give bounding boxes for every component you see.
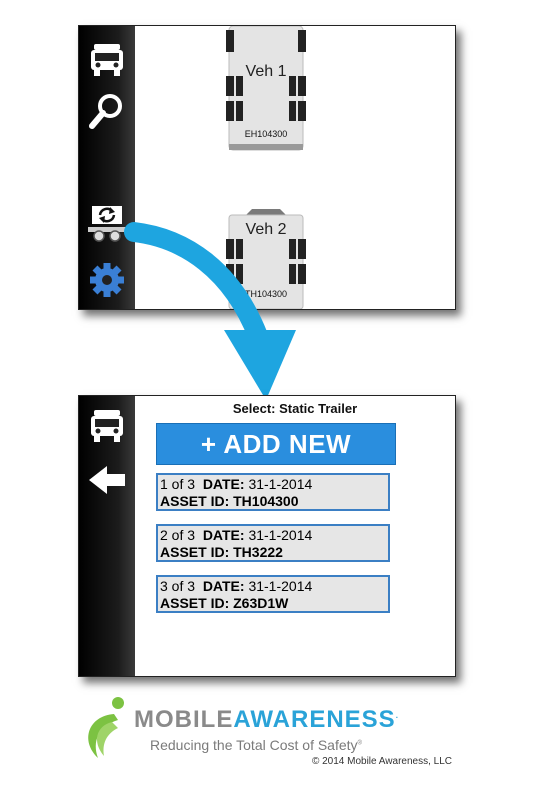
truck-icon <box>91 44 123 76</box>
tagline-mark: ® <box>357 740 362 747</box>
sidebar <box>79 396 135 676</box>
asset-label: ASSET ID: <box>160 595 230 611</box>
tagline-text: Reducing the Total Cost of Safety <box>150 737 358 753</box>
record-line-2: ASSET ID: Z63D1W <box>160 595 386 612</box>
date-label: DATE: <box>202 476 245 492</box>
brand-mobile: MOBILE <box>134 706 234 733</box>
add-new-button[interactable]: + ADD NEW <box>156 423 396 465</box>
select-trailer-screen: Select: Static Trailer + ADD NEW 1 of 3 … <box>78 395 456 677</box>
record-index: 1 of 3 <box>160 476 196 492</box>
vehicle-2-asset-id: TH104300 <box>244 289 288 299</box>
record-index: 2 of 3 <box>160 527 196 543</box>
search-button[interactable] <box>85 90 129 134</box>
brand-mark: . <box>395 711 399 720</box>
record-line-1: 3 of 3 DATE: 31-1-2014 <box>160 578 386 595</box>
vehicle-overview-screen: Veh 1 EH104300 Veh 2 TH104300 <box>78 25 456 310</box>
search-icon <box>89 94 122 129</box>
settings-button[interactable] <box>85 258 129 302</box>
brand-footer: MOBILEAWARENESS. Reducing the Total Cost… <box>78 696 458 776</box>
sidebar <box>79 26 135 309</box>
back-button[interactable] <box>85 458 129 502</box>
swap-trailer-icon <box>88 206 126 242</box>
vehicle-1-card[interactable]: Veh 1 EH104300 <box>226 26 306 151</box>
record-date: 31-1-2014 <box>248 578 313 594</box>
asset-label: ASSET ID: <box>160 544 230 560</box>
record-date: 31-1-2014 <box>248 527 313 543</box>
truck-button[interactable] <box>85 38 129 82</box>
record-asset-id: TH104300 <box>233 493 299 509</box>
record-line-2: ASSET ID: TH3222 <box>160 544 386 561</box>
date-label: DATE: <box>202 578 245 594</box>
truck-button[interactable] <box>85 404 129 448</box>
asset-label: ASSET ID: <box>160 493 230 509</box>
tagline: Reducing the Total Cost of Safety® <box>150 737 362 753</box>
page-title: Select: Static Trailer <box>232 401 358 416</box>
date-label: DATE: <box>202 527 245 543</box>
record-line-1: 2 of 3 DATE: 31-1-2014 <box>160 527 386 544</box>
trailer-record-3[interactable]: 3 of 3 DATE: 31-1-2014 ASSET ID: Z63D1W <box>156 575 390 613</box>
brand-awareness: AWARENESS <box>233 706 396 733</box>
record-date: 31-1-2014 <box>248 476 313 492</box>
vehicle-1-label: Veh 1 <box>245 63 287 80</box>
truck-icon <box>91 410 123 442</box>
record-line-1: 1 of 3 DATE: 31-1-2014 <box>160 476 386 493</box>
trailer-record-1[interactable]: 1 of 3 DATE: 31-1-2014 ASSET ID: TH10430… <box>156 473 390 511</box>
vehicle-2-card[interactable]: Veh 2 TH104300 <box>226 209 306 309</box>
vehicle-1-asset-id: EH104300 <box>244 129 288 139</box>
trailer-record-2[interactable]: 2 of 3 DATE: 31-1-2014 ASSET ID: TH3222 <box>156 524 390 562</box>
brand-name: MOBILEAWARENESS. <box>134 706 399 734</box>
record-asset-id: Z63D1W <box>233 595 289 611</box>
gear-icon <box>90 263 124 297</box>
swap-trailer-button[interactable] <box>85 202 129 246</box>
back-arrow-icon <box>89 466 125 494</box>
vehicle-2-label: Veh 2 <box>245 221 287 238</box>
record-line-2: ASSET ID: TH104300 <box>160 493 386 510</box>
record-asset-id: TH3222 <box>233 544 283 560</box>
copyright: © 2014 Mobile Awareness, LLC <box>311 756 452 767</box>
record-index: 3 of 3 <box>160 578 196 594</box>
